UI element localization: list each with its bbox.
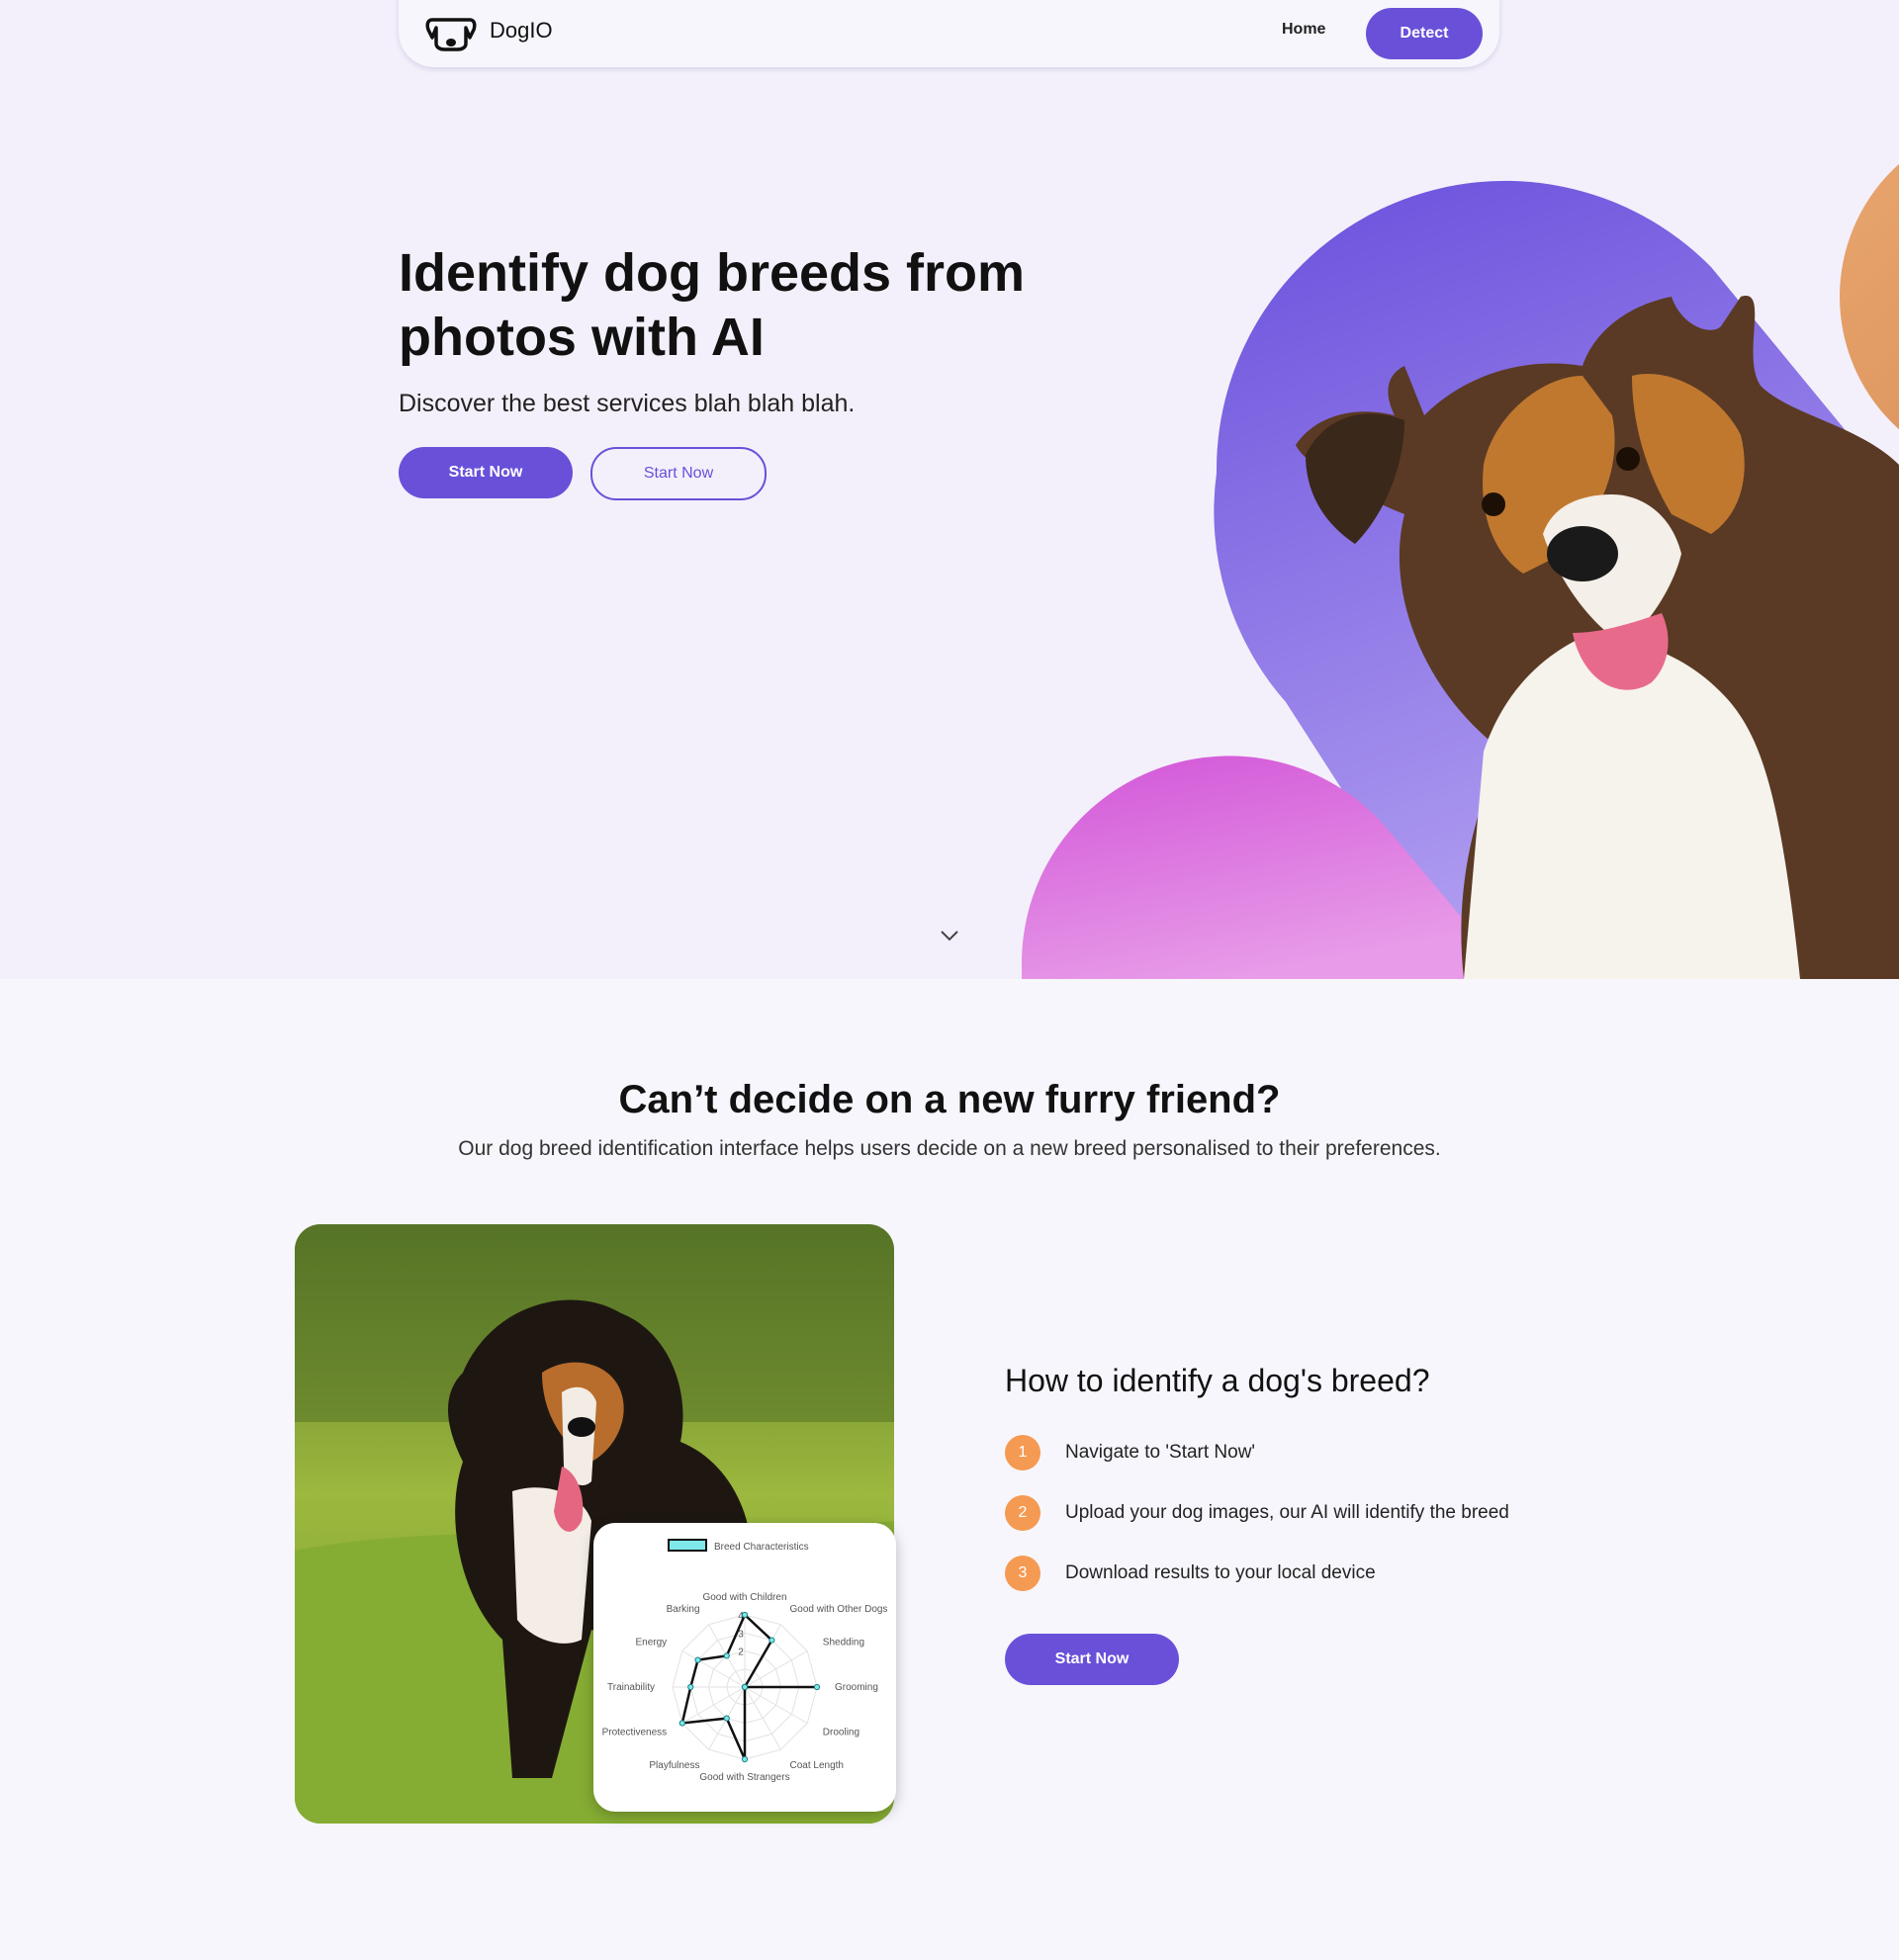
hero-section: Identify dog breeds from photos with AI … (0, 0, 1899, 979)
step-1: 1 Navigate to 'Start Now' (1005, 1435, 1255, 1470)
step-text: Download results to your local device (1065, 1562, 1376, 1583)
data-point (723, 1715, 730, 1722)
data-point (769, 1637, 775, 1644)
orange-blob (1840, 163, 1899, 430)
breed-radar-chart: Breed Characteristics234Good with Childr… (602, 1539, 888, 1783)
axis-label: Shedding (823, 1638, 864, 1648)
hero-subtitle: Discover the best services blah blah bla… (399, 390, 856, 417)
dog-logo-icon[interactable] (424, 14, 478, 51)
section-subtitle: Our dog breed identification interface h… (458, 1137, 1441, 1160)
step-number-badge: 3 (1005, 1556, 1040, 1591)
step-3: 3 Download results to your local device (1005, 1556, 1376, 1591)
legend-label: Breed Characteristics (714, 1542, 809, 1553)
axis-label: Coat Length (790, 1760, 845, 1771)
how-to-start-now-button[interactable]: Start Now (1005, 1634, 1179, 1685)
section-title: Can’t decide on a new furry friend? (618, 1078, 1281, 1121)
data-point (741, 1611, 749, 1619)
step-number-badge: 1 (1005, 1435, 1040, 1470)
hero-start-now-outline-button[interactable]: Start Now (590, 447, 767, 500)
chevron-down-icon[interactable] (938, 928, 961, 943)
step-text: Navigate to 'Start Now' (1065, 1442, 1256, 1463)
step-number-badge: 2 (1005, 1495, 1040, 1531)
breed-chart-card: Breed Characteristics 2 3 4 Good with Childr… (593, 1523, 896, 1812)
axis-label: Playfulness (649, 1760, 699, 1771)
hero-start-now-button[interactable]: Start Now (399, 447, 573, 498)
step-2: 2 Upload your dog images, our AI will id… (1005, 1495, 1509, 1531)
nav-home-link[interactable]: Home (1282, 21, 1325, 39)
axis-label: Good with Other Dogs (790, 1604, 888, 1615)
data-point (813, 1683, 821, 1691)
axis-label: Good with Children (702, 1592, 786, 1603)
data-point (687, 1683, 694, 1691)
top-navbar: DogIO Home Detect (399, 0, 1499, 67)
step-text: Upload your dog images, our AI will iden… (1065, 1502, 1509, 1523)
hero-decoration (1022, 163, 1899, 979)
axis-label: Trainability (607, 1682, 655, 1693)
data-point (723, 1652, 730, 1659)
hero-title: Identify dog breeds from photos with AI (399, 243, 1026, 367)
r-tick-label: 2 (738, 1648, 744, 1658)
data-point (741, 1683, 749, 1691)
data-point (741, 1755, 749, 1763)
nav-detect-button[interactable]: Detect (1366, 8, 1483, 59)
axis-label: Barking (667, 1604, 700, 1615)
axis-label: Energy (636, 1638, 668, 1648)
axis-label: Good with Strangers (699, 1772, 789, 1783)
axis-label: Drooling (823, 1728, 859, 1738)
data-point (694, 1656, 701, 1663)
legend-swatch (668, 1539, 707, 1552)
axis-label: Protectiveness (602, 1728, 668, 1738)
how-to-title: How to identify a dog's breed? (1005, 1363, 1430, 1398)
data-point (678, 1720, 685, 1727)
brand-name[interactable]: DogIO (490, 18, 553, 44)
axis-label: Grooming (835, 1682, 878, 1693)
